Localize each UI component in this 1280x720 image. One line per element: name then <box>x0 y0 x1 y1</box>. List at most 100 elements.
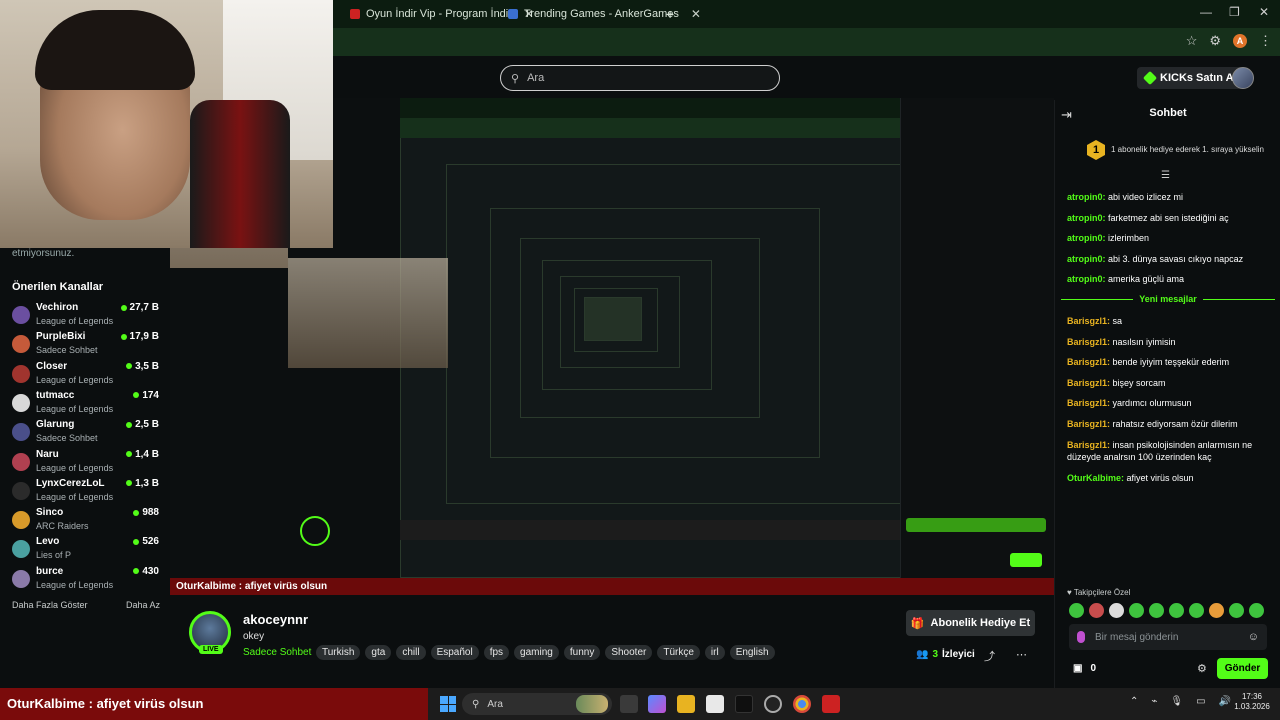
menu-kebab-icon[interactable]: ⋮ <box>1259 33 1272 49</box>
channel-item-closer[interactable]: Closer League of Legends 3,5 B <box>12 361 162 389</box>
chat-username[interactable]: Barisgzl1 <box>1067 419 1107 429</box>
windows-start-icon[interactable] <box>440 696 456 712</box>
live-dot-icon <box>133 392 140 399</box>
widgets-icon[interactable] <box>576 695 608 713</box>
app-icon[interactable] <box>822 695 840 713</box>
gift-subscription-button[interactable]: 🎁 Abonelik Hediye Et <box>906 610 1035 636</box>
steam-icon[interactable] <box>764 695 782 713</box>
emote-icon[interactable] <box>1129 603 1144 618</box>
chevron-up-icon[interactable]: ⌃ <box>1130 696 1138 707</box>
bookmark-star-icon[interactable]: ☆ <box>1186 33 1198 49</box>
kicks-balance[interactable]: ▣ 0 <box>1073 663 1096 674</box>
chat-message-input[interactable]: Bir mesaj gönderin ☺ <box>1069 624 1267 650</box>
chat-username[interactable]: Barisgzl1 <box>1067 378 1107 388</box>
mic-tray-icon[interactable]: 🎙 <box>1170 696 1183 707</box>
emote-icon[interactable] <box>1189 603 1204 618</box>
close-window-button[interactable]: ✕ <box>1259 5 1269 19</box>
channel-item-sinco[interactable]: Sinco ARC Raiders 988 <box>12 507 162 535</box>
stream-tag[interactable]: gaming <box>514 645 559 660</box>
emote-icon[interactable] <box>1229 603 1244 618</box>
extensions-icon[interactable]: ⚙ <box>1209 33 1221 49</box>
emoji-picker-icon[interactable]: ☺ <box>1248 631 1259 643</box>
chat-text: amerika güçlü ama <box>1108 274 1185 285</box>
user-avatar[interactable] <box>1232 67 1254 89</box>
channel-name: Vechiron <box>36 302 79 313</box>
stream-tag[interactable]: Shooter <box>605 645 653 660</box>
system-clock[interactable]: 17:36 1.03.2026 <box>1232 692 1272 712</box>
chat-username[interactable]: atropin0 <box>1067 213 1103 223</box>
emote-icon[interactable] <box>1209 603 1224 618</box>
show-more-link[interactable]: Daha Fazla Göster <box>12 600 88 610</box>
live-dot-icon <box>126 363 133 370</box>
gift-subscription-label: Abonelik Hediye Et <box>930 617 1031 629</box>
app-icon[interactable] <box>735 695 753 713</box>
chat-username[interactable]: OturKalbime <box>1067 473 1121 483</box>
volume-icon[interactable]: 🔊 <box>1219 696 1231 707</box>
live-dot-icon <box>120 333 127 340</box>
chat-username[interactable]: Barisgzl1 <box>1067 440 1107 450</box>
minimize-button[interactable]: — <box>1200 5 1212 19</box>
channel-item-glarung[interactable]: Glarung Sadece Sohbet 2,5 B <box>12 419 162 447</box>
channel-item-lynxcerezlol[interactable]: LynxCerezLoL League of Legends 1,3 B <box>12 478 162 506</box>
chat-text: yardımcı olurmusun <box>1112 398 1192 409</box>
channel-item-tutmacc[interactable]: tutmacc League of Legends 174 <box>12 390 162 418</box>
chat-text: rahatsız ediyorsam özür dilerim <box>1112 419 1238 429</box>
channel-item-naru[interactable]: Naru League of Legends 1,4 B <box>12 449 162 477</box>
chat-username[interactable]: atropin0 <box>1067 254 1103 264</box>
copilot-icon[interactable] <box>648 695 666 713</box>
stream-tag[interactable]: Español <box>430 645 479 660</box>
emote-icon[interactable] <box>1249 603 1264 618</box>
channel-viewers: 988 <box>133 507 159 518</box>
chat-username[interactable]: Barisgzl1 <box>1067 316 1107 326</box>
chat-settings-icon[interactable]: ⚙ <box>1197 662 1207 675</box>
file-explorer-icon[interactable] <box>677 695 695 713</box>
stream-tag[interactable]: fps <box>483 645 510 660</box>
channel-item-levo[interactable]: Levo Lies of P 526 <box>12 536 162 564</box>
channel-item-purplebixi[interactable]: PurpleBixi Sadece Sohbet 17,9 B <box>12 331 162 359</box>
chat-username[interactable]: atropin0 <box>1067 192 1103 202</box>
channel-item-burce[interactable]: burce League of Legends 430 <box>12 566 162 594</box>
profile-avatar[interactable]: A <box>1233 34 1247 48</box>
show-less-link[interactable]: Daha Az <box>126 600 160 610</box>
search-input[interactable]: ⚲ Ara <box>500 65 780 91</box>
share-icon[interactable]: ⤴ <box>984 648 995 664</box>
pinned-gift-banner[interactable]: 1 1 abonelik hediye ederek 1. sıraya yük… <box>1087 140 1267 160</box>
channel-name[interactable]: akoceynnr <box>243 612 308 627</box>
task-view-icon[interactable] <box>620 695 638 713</box>
stream-tag[interactable]: chill <box>396 645 426 660</box>
maximize-button[interactable]: ❐ <box>1229 5 1240 19</box>
chrome-icon[interactable] <box>793 695 811 713</box>
chat-username[interactable]: atropin0 <box>1067 274 1103 284</box>
webcam-chair <box>190 100 290 248</box>
buy-kicks-button[interactable]: KICKs Satın Al <box>1137 67 1245 89</box>
emote-icon[interactable] <box>1109 603 1124 618</box>
clock-time: 17:36 <box>1241 692 1263 701</box>
display-icon[interactable]: ▭ <box>1196 696 1205 707</box>
emote-icon[interactable] <box>1089 603 1104 618</box>
new-tab-button[interactable]: + <box>666 4 674 24</box>
chat-username[interactable]: atropin0 <box>1067 233 1103 243</box>
channel-item-vechiron[interactable]: Vechiron League of Legends 27,7 B <box>12 302 162 330</box>
store-icon[interactable] <box>706 695 724 713</box>
chat-username[interactable]: Barisgzl1 <box>1067 398 1107 408</box>
tab-oyun-indir[interactable]: Oyun İndir Vip - Program İndir ✕ <box>350 4 534 24</box>
network-icon[interactable]: ⌁ <box>1151 696 1157 707</box>
send-message-button[interactable]: Gönder <box>1217 658 1268 679</box>
more-options-icon[interactable]: ⋯ <box>1016 648 1027 661</box>
tab-close-icon[interactable]: ✕ <box>691 7 701 21</box>
stream-tag[interactable]: gta <box>365 645 392 660</box>
emote-icon[interactable] <box>1169 603 1184 618</box>
stream-tag[interactable]: Turkish <box>316 645 361 660</box>
chat-username[interactable]: Barisgzl1 <box>1067 337 1107 347</box>
stream-category[interactable]: Sadece Sohbet <box>243 647 311 658</box>
webcam-person-hair <box>35 10 195 90</box>
chat-filter-icon[interactable]: ☰ <box>1161 170 1170 181</box>
stream-tag[interactable]: irl <box>704 645 725 660</box>
emote-icon[interactable] <box>1069 603 1084 618</box>
chat-username[interactable]: Barisgzl1 <box>1067 357 1107 367</box>
channel-category: League of Legends <box>36 316 114 326</box>
stream-tag[interactable]: funny <box>563 645 601 660</box>
stream-tag[interactable]: English <box>729 645 775 660</box>
stream-tag[interactable]: Türkçe <box>657 645 700 660</box>
emote-icon[interactable] <box>1149 603 1164 618</box>
